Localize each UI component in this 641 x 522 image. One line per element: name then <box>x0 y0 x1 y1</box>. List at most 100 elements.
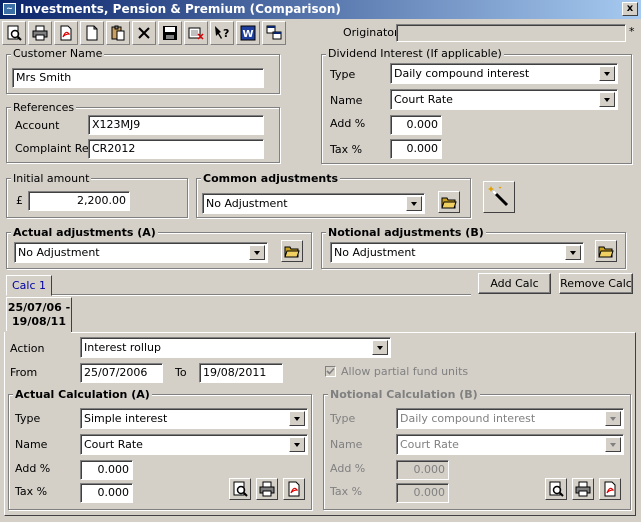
print-preview-icon <box>549 481 564 497</box>
svg-text:?: ? <box>223 27 229 40</box>
remove-calc-button[interactable]: Remove Calc <box>559 273 633 294</box>
title-bar: ~ Investments, Pension & Premium (Compar… <box>0 0 641 19</box>
actual-preview-button[interactable] <box>229 478 251 500</box>
clear-icon[interactable] <box>184 21 208 45</box>
notional-type-select[interactable]: Daily compound interest <box>396 408 624 429</box>
chevron-down-icon[interactable] <box>565 245 581 260</box>
initial-amount-label: Initial amount <box>11 172 92 185</box>
dividend-name-select[interactable]: Court Rate <box>390 89 618 110</box>
pdf-icon <box>288 481 300 497</box>
help-icon[interactable]: ? <box>210 21 234 45</box>
originator-label: Originator <box>343 26 399 39</box>
add-calc-button[interactable]: Add Calc <box>478 273 551 294</box>
tab-period[interactable]: 25/07/06 - 19/08/11 <box>6 297 72 333</box>
dividend-add-input[interactable]: 0.000 <box>390 115 442 135</box>
chevron-down-icon[interactable] <box>605 411 621 426</box>
dividend-tax-input[interactable]: 0.000 <box>390 139 442 159</box>
actual-name-select[interactable]: Court Rate <box>80 434 308 455</box>
pdf-icon <box>604 481 616 497</box>
tab-join <box>5 331 71 334</box>
actual-open-folder-button[interactable] <box>281 240 303 262</box>
notional-pdf-button[interactable] <box>599 478 621 500</box>
actual-pdf-button[interactable] <box>283 478 305 500</box>
from-date-input[interactable]: 25/07/2006 <box>80 363 163 383</box>
allow-partial-checkbox[interactable] <box>325 366 336 377</box>
notional-tax-input[interactable]: 0.000 <box>396 483 449 503</box>
notional-name-label: Name <box>330 438 363 451</box>
period-start: 25/07/06 - <box>7 301 71 314</box>
notional-name-select[interactable]: Court Rate <box>396 434 624 455</box>
notional-add-input[interactable]: 0.000 <box>396 460 449 480</box>
common-adjustments-select[interactable]: No Adjustment <box>202 193 425 214</box>
notional-type-label: Type <box>330 412 356 425</box>
window-title: Investments, Pension & Premium (Comparis… <box>20 2 341 16</box>
save-icon[interactable] <box>158 21 182 45</box>
tab-calc-1[interactable]: Calc 1 <box>6 275 52 296</box>
dividend-type-select[interactable]: Daily compound interest <box>390 63 618 84</box>
actual-add-label: Add % <box>15 462 51 475</box>
actual-print-button[interactable] <box>256 478 278 500</box>
actual-tax-input[interactable]: 0.000 <box>80 483 133 503</box>
chevron-down-icon[interactable] <box>599 92 615 107</box>
actual-adjustments-select[interactable]: No Adjustment <box>14 242 268 263</box>
required-mark: * <box>629 25 635 38</box>
actual-calculation-label: Actual Calculation (A) <box>13 388 152 401</box>
copy-window-icon[interactable] <box>262 21 286 45</box>
account-label: Account <box>15 119 60 132</box>
chevron-down-icon[interactable] <box>249 245 265 260</box>
complaint-ref-label: Complaint Ref. <box>15 142 96 155</box>
chevron-down-icon[interactable] <box>605 437 621 452</box>
dividend-name-label: Name <box>330 94 363 107</box>
pdf-icon[interactable] <box>54 21 78 45</box>
period-end: 19/08/11 <box>12 315 66 328</box>
complaint-ref-input[interactable]: CR2012 <box>88 139 264 159</box>
print-preview-icon <box>233 481 248 497</box>
dividend-interest-label: Dividend Interest (If applicable) <box>326 47 504 60</box>
close-button[interactable]: x <box>622 2 638 16</box>
account-input[interactable]: X123MJ9 <box>88 115 264 135</box>
chevron-down-icon[interactable] <box>289 437 305 452</box>
open-folder-button[interactable] <box>438 191 460 213</box>
notional-print-button[interactable] <box>572 478 594 500</box>
chevron-down-icon[interactable] <box>289 411 305 426</box>
delete-icon[interactable] <box>132 21 156 45</box>
originator-field[interactable] <box>396 24 626 42</box>
dividend-tax-label: Tax % <box>330 143 363 156</box>
check-icon <box>326 367 335 375</box>
to-date-input[interactable]: 19/08/2011 <box>199 363 283 383</box>
word-icon[interactable]: W <box>236 21 260 45</box>
initial-amount-input[interactable]: 2,200.00 <box>28 191 130 211</box>
actual-adjustments-label: Actual adjustments (A) <box>11 226 158 239</box>
actual-tax-label: Tax % <box>15 485 48 498</box>
tab-strip-line <box>6 294 471 296</box>
customer-name-input[interactable]: Mrs Smith <box>12 68 264 88</box>
chevron-down-icon[interactable] <box>406 196 422 211</box>
references-label: References <box>11 101 77 114</box>
print-preview-icon[interactable] <box>2 21 26 45</box>
new-document-icon[interactable] <box>80 21 104 45</box>
actual-add-input[interactable]: 0.000 <box>80 460 133 480</box>
common-adjustments-label: Common adjustments <box>201 172 341 185</box>
notional-open-folder-button[interactable] <box>595 240 617 262</box>
from-label: From <box>10 366 38 379</box>
notional-adjustments-select[interactable]: No Adjustment <box>330 242 584 263</box>
open-folder-icon <box>598 246 614 258</box>
wizard-button[interactable] <box>483 181 515 213</box>
notional-tax-label: Tax % <box>330 485 363 498</box>
notional-calculation-label: Notional Calculation (B) <box>328 388 480 401</box>
paste-icon[interactable] <box>106 21 130 45</box>
print-icon[interactable] <box>28 21 52 45</box>
notional-adjustments-label: Notional adjustments (B) <box>326 226 486 239</box>
currency-label: £ <box>16 194 23 207</box>
print-icon <box>259 481 275 497</box>
chevron-down-icon[interactable] <box>372 340 388 355</box>
open-folder-icon <box>441 197 457 209</box>
print-icon <box>575 481 591 497</box>
dividend-type-label: Type <box>330 68 356 81</box>
chevron-down-icon[interactable] <box>599 66 615 81</box>
to-label: To <box>175 366 187 379</box>
action-select[interactable]: Interest rollup <box>80 337 391 358</box>
svg-text:W: W <box>243 29 254 40</box>
notional-preview-button[interactable] <box>545 478 567 500</box>
actual-type-select[interactable]: Simple interest <box>80 408 308 429</box>
